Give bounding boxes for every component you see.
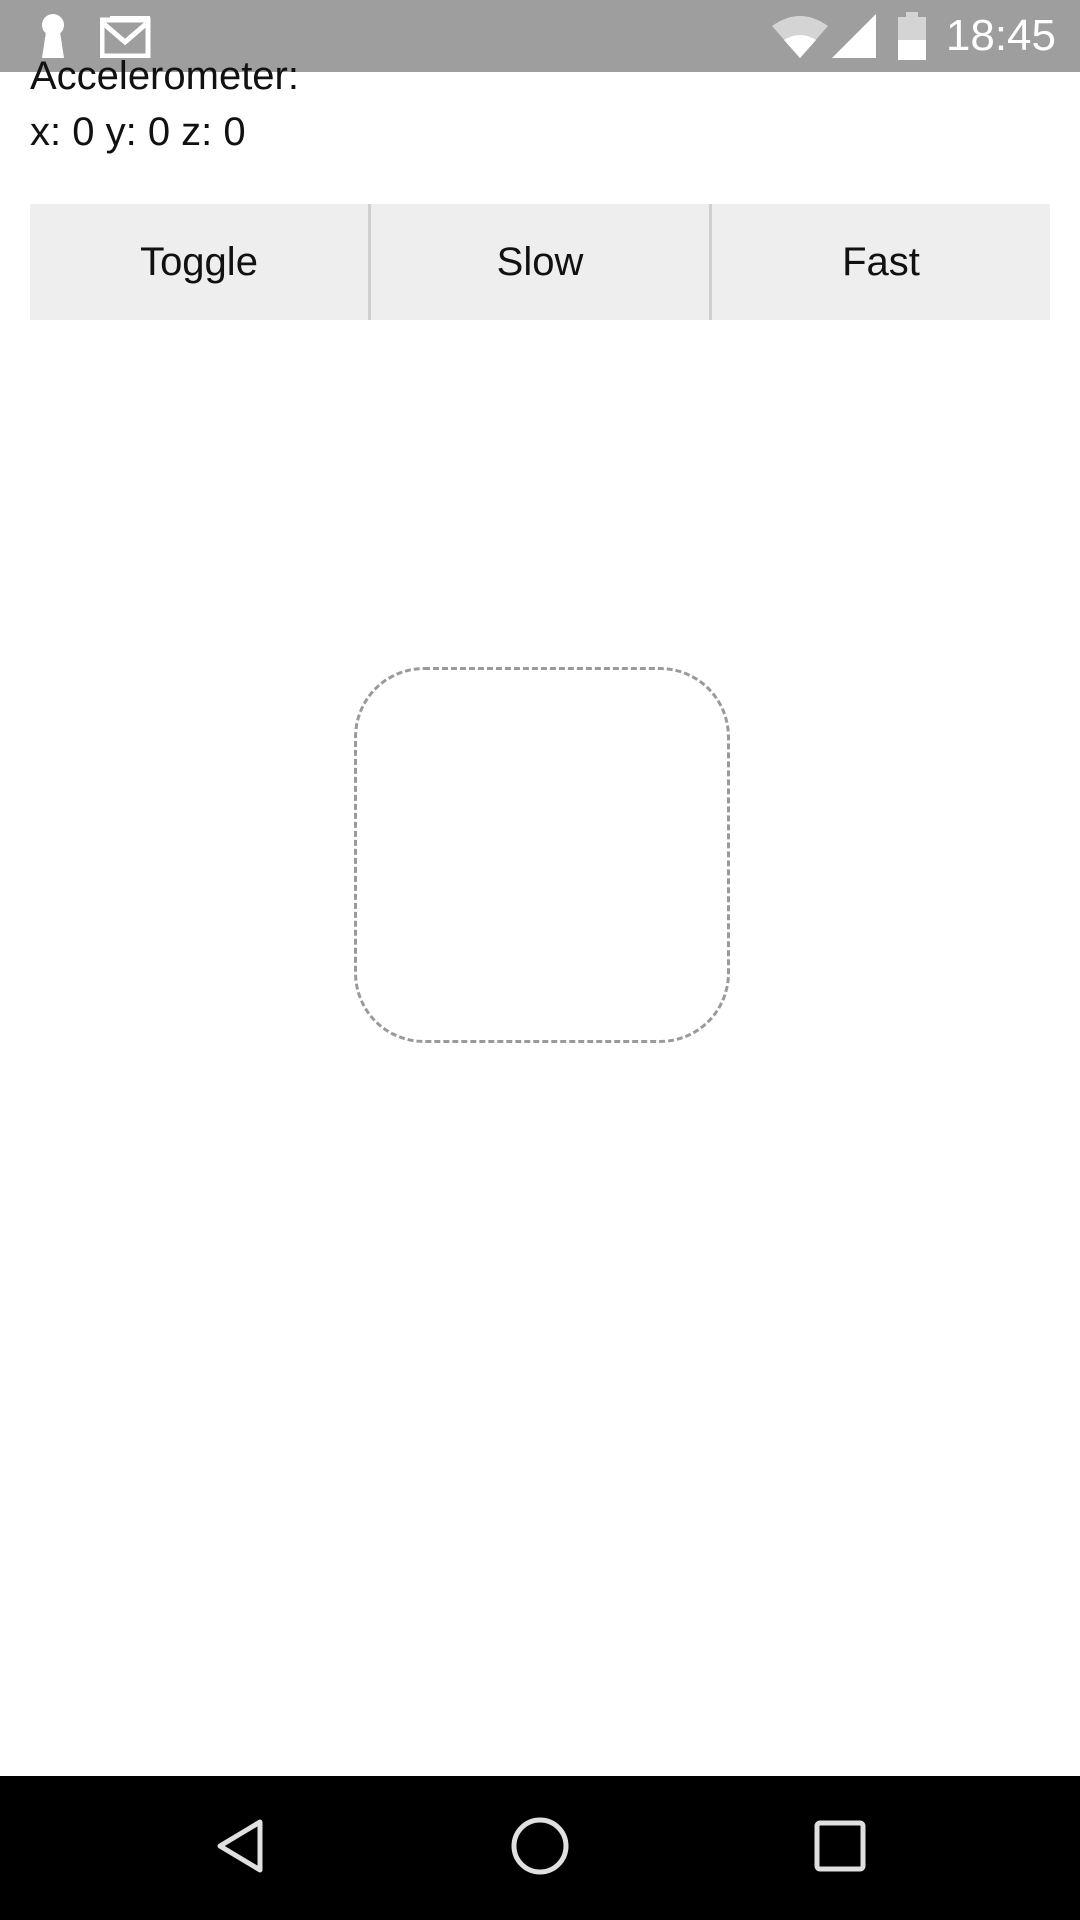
- speed-button-group: Toggle Slow Fast: [30, 204, 1050, 320]
- recents-button[interactable]: [750, 1776, 930, 1920]
- accelerometer-drop-box: [354, 667, 730, 1043]
- battery-icon: [898, 12, 926, 65]
- home-button[interactable]: [450, 1776, 630, 1920]
- accelerometer-values: x: 0 y: 0 z: 0: [30, 110, 246, 154]
- home-icon: [508, 1814, 572, 1883]
- wifi-icon: [772, 14, 828, 63]
- back-icon: [210, 1816, 270, 1881]
- navigation-bar: [0, 1776, 1080, 1920]
- accelerometer-label: Accelerometer:: [30, 54, 299, 98]
- fast-button[interactable]: Fast: [709, 204, 1050, 320]
- recents-icon: [812, 1818, 868, 1879]
- toggle-button[interactable]: Toggle: [30, 204, 368, 320]
- status-time: 18:45: [945, 11, 1056, 60]
- signal-icon: [832, 14, 876, 63]
- back-button[interactable]: [150, 1776, 330, 1920]
- slow-button[interactable]: Slow: [368, 204, 709, 320]
